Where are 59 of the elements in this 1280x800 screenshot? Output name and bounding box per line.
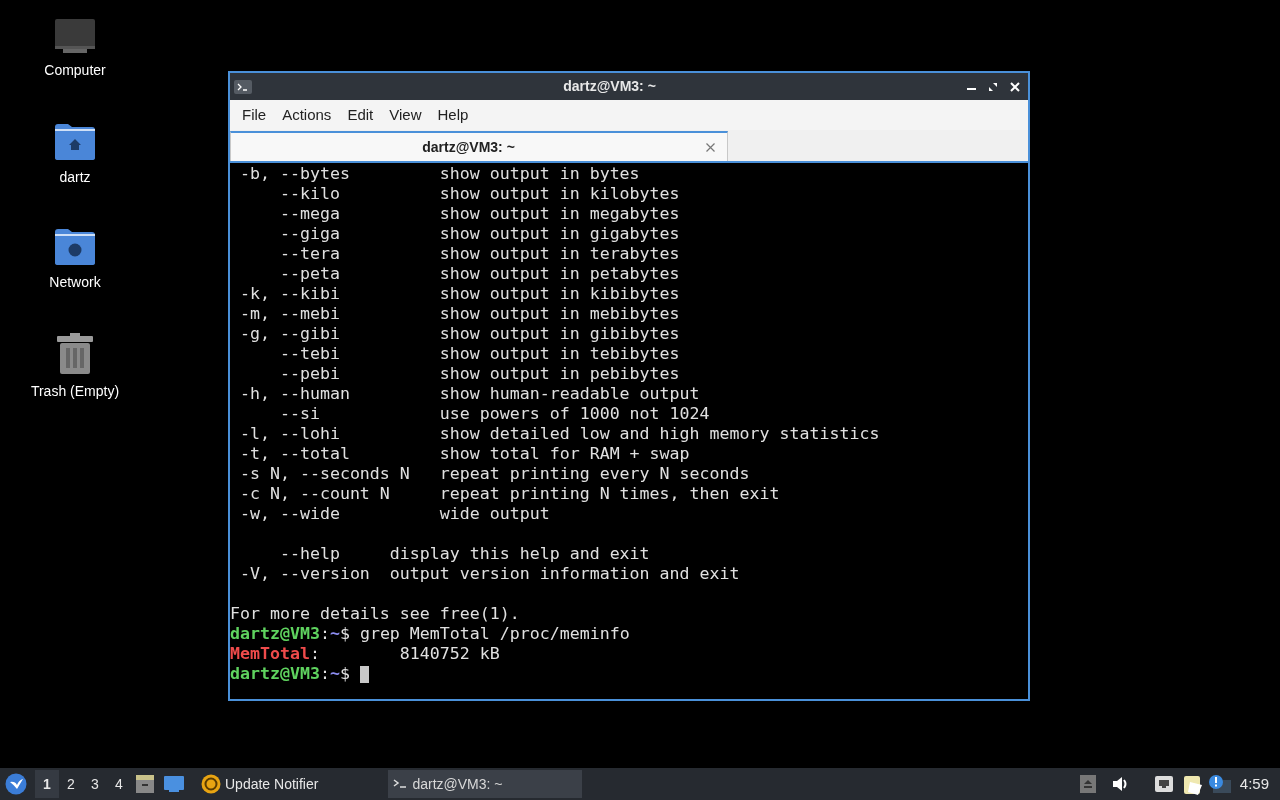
terminal-output-line: --help display this help and exit [278, 544, 651, 564]
terminal-output-line: -m, --mebi show output in mebibytes [239, 304, 681, 324]
home-folder-icon [54, 123, 96, 161]
desktop-icon-label[interactable]: Trash (Empty) [30, 383, 120, 401]
terminal-output-line: -g, --gibi show output in gibibytes [239, 324, 681, 344]
terminal-output-line: MemTotal: 8140752 kB [230, 644, 501, 664]
desktop-icon-label[interactable]: Computer [44, 62, 106, 80]
clipboard-icon[interactable] [1181, 773, 1204, 795]
menu-item[interactable]: Help [429, 99, 477, 131]
terminal-output-line: --peta show output in petabytes [278, 264, 681, 284]
desktop-icon-label[interactable]: Network [49, 274, 101, 292]
menu-item[interactable]: Edit [339, 99, 382, 131]
close-icon[interactable] [1010, 81, 1020, 92]
taskbar-task[interactable]: dartz@VM3: ~ [388, 770, 583, 798]
workspace-button[interactable]: 4 [107, 770, 131, 798]
terminal-output-line: --mega show output in megabytes [278, 204, 681, 224]
file-cabinet-icon[interactable] [135, 774, 155, 794]
terminal-output-line: -k, --kibi show output in kibibytes [239, 284, 681, 304]
terminal-output-line: -t, --total show total for RAM + swap [239, 444, 691, 464]
terminal-output-line: -w, --wide wide output [239, 504, 551, 524]
workspace-button[interactable]: 3 [83, 770, 107, 798]
terminal-output-line: For more details see free(1). [230, 604, 521, 624]
terminal-output-line: --tebi show output in tebibytes [278, 344, 681, 364]
refresh-badge-icon [201, 774, 221, 794]
desktop-icon[interactable] [163, 775, 185, 793]
trash-icon [56, 333, 94, 375]
terminal-output-line: -c N, --count N repeat printing N times, then exit [239, 484, 781, 504]
window-title: dartz@VM3: ~ [562, 77, 657, 96]
close-tab-icon[interactable] [706, 142, 715, 152]
eject-icon[interactable] [1079, 775, 1096, 793]
desktop-icon-label[interactable]: dartz [59, 169, 91, 187]
terminal-output-line: --kilo show output in kilobytes [278, 184, 681, 204]
taskbar-task[interactable]: Update Notifier [197, 770, 323, 798]
terminal-icon [392, 778, 409, 790]
terminal-icon [234, 79, 252, 94]
terminal-output-line: --si use powers of 1000 not 1024 [278, 404, 711, 424]
terminal-output-line: -l, --lohi show detailed low and high memory statistics [239, 424, 881, 444]
terminal-prompt-line: dartz@VM3:~$ grep MemTotal /proc/meminfo [230, 624, 630, 644]
maximize-icon[interactable] [988, 81, 998, 92]
terminal-output-line: -b, --bytes show output in bytes [239, 164, 641, 184]
workspace-button[interactable]: 2 [59, 770, 83, 798]
menu-item[interactable]: View [381, 99, 430, 131]
terminal-output-line: --pebi show output in pebibytes [278, 364, 681, 384]
terminal-output-line: -V, --version output version information and exit [239, 564, 741, 584]
start-menu-icon[interactable] [5, 773, 27, 795]
monitor-icon [54, 18, 96, 54]
network-port-icon[interactable] [1153, 775, 1174, 793]
menu-item[interactable]: Actions [274, 99, 340, 131]
terminal-tab[interactable]: dartz@VM3: ~ [230, 131, 728, 161]
terminal-output-line: -s N, --seconds N repeat printing every N seconds [239, 464, 751, 484]
workspace-button[interactable]: 1 [35, 770, 59, 798]
terminal-output-line: -h, --human show human-readable output [239, 384, 701, 404]
notification-icon[interactable] [1207, 774, 1232, 794]
terminal-prompt-line: dartz@VM3:~$ [230, 664, 351, 684]
network-folder-icon [54, 228, 96, 266]
menu-item[interactable]: File [234, 99, 275, 131]
clock[interactable]: 4:59 [1239, 772, 1269, 796]
terminal-output-line: --giga show output in gigabytes [278, 224, 681, 244]
terminal-output-line: --tera show output in terabytes [278, 244, 681, 264]
